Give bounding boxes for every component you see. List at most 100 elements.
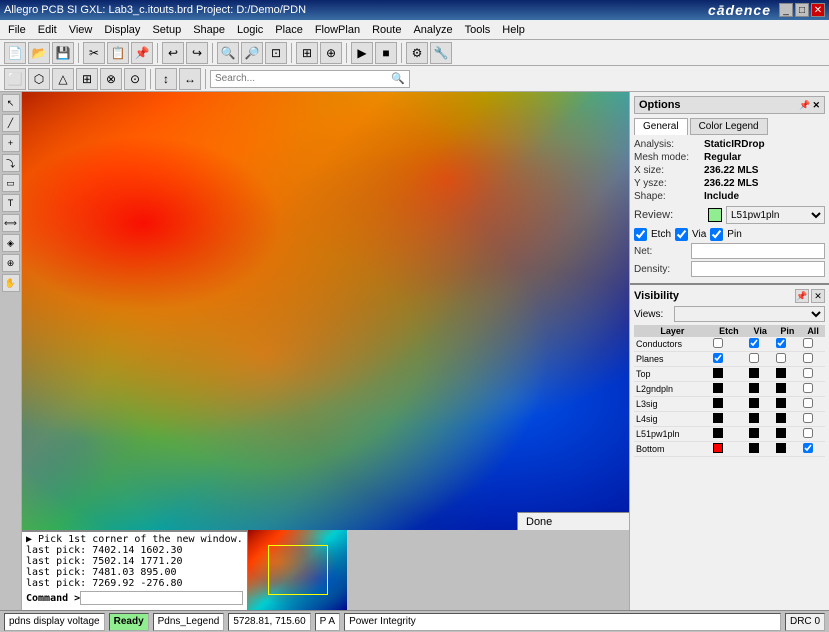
- l5-pin-sq[interactable]: [776, 428, 786, 438]
- tb2-btn7[interactable]: ↕: [155, 68, 177, 90]
- options-pin-button[interactable]: 📌: [799, 100, 810, 111]
- l3-all-cb[interactable]: [803, 398, 813, 408]
- planes-all-cb[interactable]: [803, 353, 813, 363]
- top-via-sq[interactable]: [749, 368, 759, 378]
- lt-pan[interactable]: ✋: [2, 274, 20, 292]
- top-etch-sq[interactable]: [713, 368, 723, 378]
- lt-shape[interactable]: ▭: [2, 174, 20, 192]
- lt-route[interactable]: ⤵: [2, 154, 20, 172]
- menu-file[interactable]: File: [2, 22, 32, 38]
- tb-zoom-fit[interactable]: ⊡: [265, 42, 287, 64]
- tb-run[interactable]: ▶: [351, 42, 373, 64]
- l5-via-sq[interactable]: [749, 428, 759, 438]
- pcb-canvas-area[interactable]: Done Display Mesh Display Voltage Displa…: [22, 92, 629, 530]
- density-input[interactable]: [691, 261, 825, 277]
- l3-etch-sq[interactable]: [713, 398, 723, 408]
- bottom-etch-sq[interactable]: [713, 443, 723, 453]
- planes-via-cb[interactable]: [749, 353, 759, 363]
- l4-via-sq[interactable]: [749, 413, 759, 423]
- menu-flowplan[interactable]: FlowPlan: [309, 22, 366, 38]
- l2-all-cb[interactable]: [803, 383, 813, 393]
- vis-close-button[interactable]: ✕: [811, 289, 825, 303]
- tb2-btn6[interactable]: ⊙: [124, 68, 146, 90]
- review-dropdown[interactable]: L51pw1pln: [726, 206, 825, 224]
- lt-3d[interactable]: ◈: [2, 234, 20, 252]
- menu-view[interactable]: View: [63, 22, 99, 38]
- tb-redo[interactable]: ↪: [186, 42, 208, 64]
- close-button[interactable]: ✕: [811, 3, 825, 17]
- tb-grid[interactable]: ⊞: [296, 42, 318, 64]
- search-input[interactable]: [215, 73, 391, 84]
- lt-text[interactable]: T: [2, 194, 20, 212]
- l4-pin-sq[interactable]: [776, 413, 786, 423]
- pin-checkbox[interactable]: [710, 228, 723, 241]
- tb-copy[interactable]: 📋: [107, 42, 129, 64]
- bottom-pin-sq[interactable]: [776, 443, 786, 453]
- l5-etch-sq[interactable]: [713, 428, 723, 438]
- l2-pin-sq[interactable]: [776, 383, 786, 393]
- top-all-cb[interactable]: [803, 368, 813, 378]
- l2-via-sq[interactable]: [749, 383, 759, 393]
- l5-all-cb[interactable]: [803, 428, 813, 438]
- tb-paste[interactable]: 📌: [131, 42, 153, 64]
- tab-color-legend[interactable]: Color Legend: [690, 118, 768, 135]
- lt-measure[interactable]: ⟺: [2, 214, 20, 232]
- menu-analyze[interactable]: Analyze: [407, 22, 458, 38]
- menu-edit[interactable]: Edit: [32, 22, 63, 38]
- bottom-all-cb[interactable]: [803, 443, 813, 453]
- tb-properties[interactable]: ⚙: [406, 42, 428, 64]
- conductors-pin-cb[interactable]: [776, 338, 786, 348]
- tb2-btn8[interactable]: ↔: [179, 68, 201, 90]
- menu-shape[interactable]: Shape: [187, 22, 231, 38]
- bottom-via-sq[interactable]: [749, 443, 759, 453]
- l4-etch-sq[interactable]: [713, 413, 723, 423]
- menu-help[interactable]: Help: [496, 22, 531, 38]
- ctx-done[interactable]: Done: [518, 513, 629, 530]
- lt-wire[interactable]: ╱: [2, 114, 20, 132]
- menu-route[interactable]: Route: [366, 22, 407, 38]
- lt-place[interactable]: +: [2, 134, 20, 152]
- planes-etch-cb[interactable]: [713, 353, 723, 363]
- tb-undo[interactable]: ↩: [162, 42, 184, 64]
- conductors-all-cb[interactable]: [803, 338, 813, 348]
- tb-new[interactable]: 📄: [4, 42, 26, 64]
- tb-snap[interactable]: ⊕: [320, 42, 342, 64]
- tb-cut[interactable]: ✂: [83, 42, 105, 64]
- command-input[interactable]: [80, 591, 243, 605]
- tb-settings[interactable]: 🔧: [430, 42, 452, 64]
- etch-checkbox[interactable]: [634, 228, 647, 241]
- tb2-btn1[interactable]: ⬜: [4, 68, 26, 90]
- top-pin-sq[interactable]: [776, 368, 786, 378]
- tb2-btn5[interactable]: ⊗: [100, 68, 122, 90]
- conductors-via-cb[interactable]: [749, 338, 759, 348]
- menu-display[interactable]: Display: [98, 22, 146, 38]
- tab-general[interactable]: General: [634, 118, 688, 135]
- conductors-etch-cb[interactable]: [713, 338, 723, 348]
- tb-open[interactable]: 📂: [28, 42, 50, 64]
- options-close-button[interactable]: ✕: [812, 100, 820, 111]
- l4-all-cb[interactable]: [803, 413, 813, 423]
- tb2-btn4[interactable]: ⊞: [76, 68, 98, 90]
- tb-zoom-in[interactable]: 🔍: [217, 42, 239, 64]
- tb2-btn2[interactable]: ⬡: [28, 68, 50, 90]
- planes-pin-cb[interactable]: [776, 353, 786, 363]
- menu-place[interactable]: Place: [269, 22, 309, 38]
- views-select[interactable]: [674, 306, 825, 322]
- l2-etch-sq[interactable]: [713, 383, 723, 393]
- l3-via-sq[interactable]: [749, 398, 759, 408]
- tb2-btn3[interactable]: △: [52, 68, 74, 90]
- menu-setup[interactable]: Setup: [146, 22, 187, 38]
- tb-save[interactable]: 💾: [52, 42, 74, 64]
- l3-pin-sq[interactable]: [776, 398, 786, 408]
- tb-zoom-out[interactable]: 🔎: [241, 42, 263, 64]
- net-input[interactable]: [691, 243, 825, 259]
- tb-stop[interactable]: ■: [375, 42, 397, 64]
- vis-pin-button[interactable]: 📌: [795, 289, 809, 303]
- via-checkbox[interactable]: [675, 228, 688, 241]
- lt-zoom[interactable]: ⊕: [2, 254, 20, 272]
- menu-tools[interactable]: Tools: [459, 22, 497, 38]
- lt-select[interactable]: ↖: [2, 94, 20, 112]
- maximize-button[interactable]: □: [795, 3, 809, 17]
- menu-logic[interactable]: Logic: [231, 22, 269, 38]
- minimize-button[interactable]: _: [779, 3, 793, 17]
